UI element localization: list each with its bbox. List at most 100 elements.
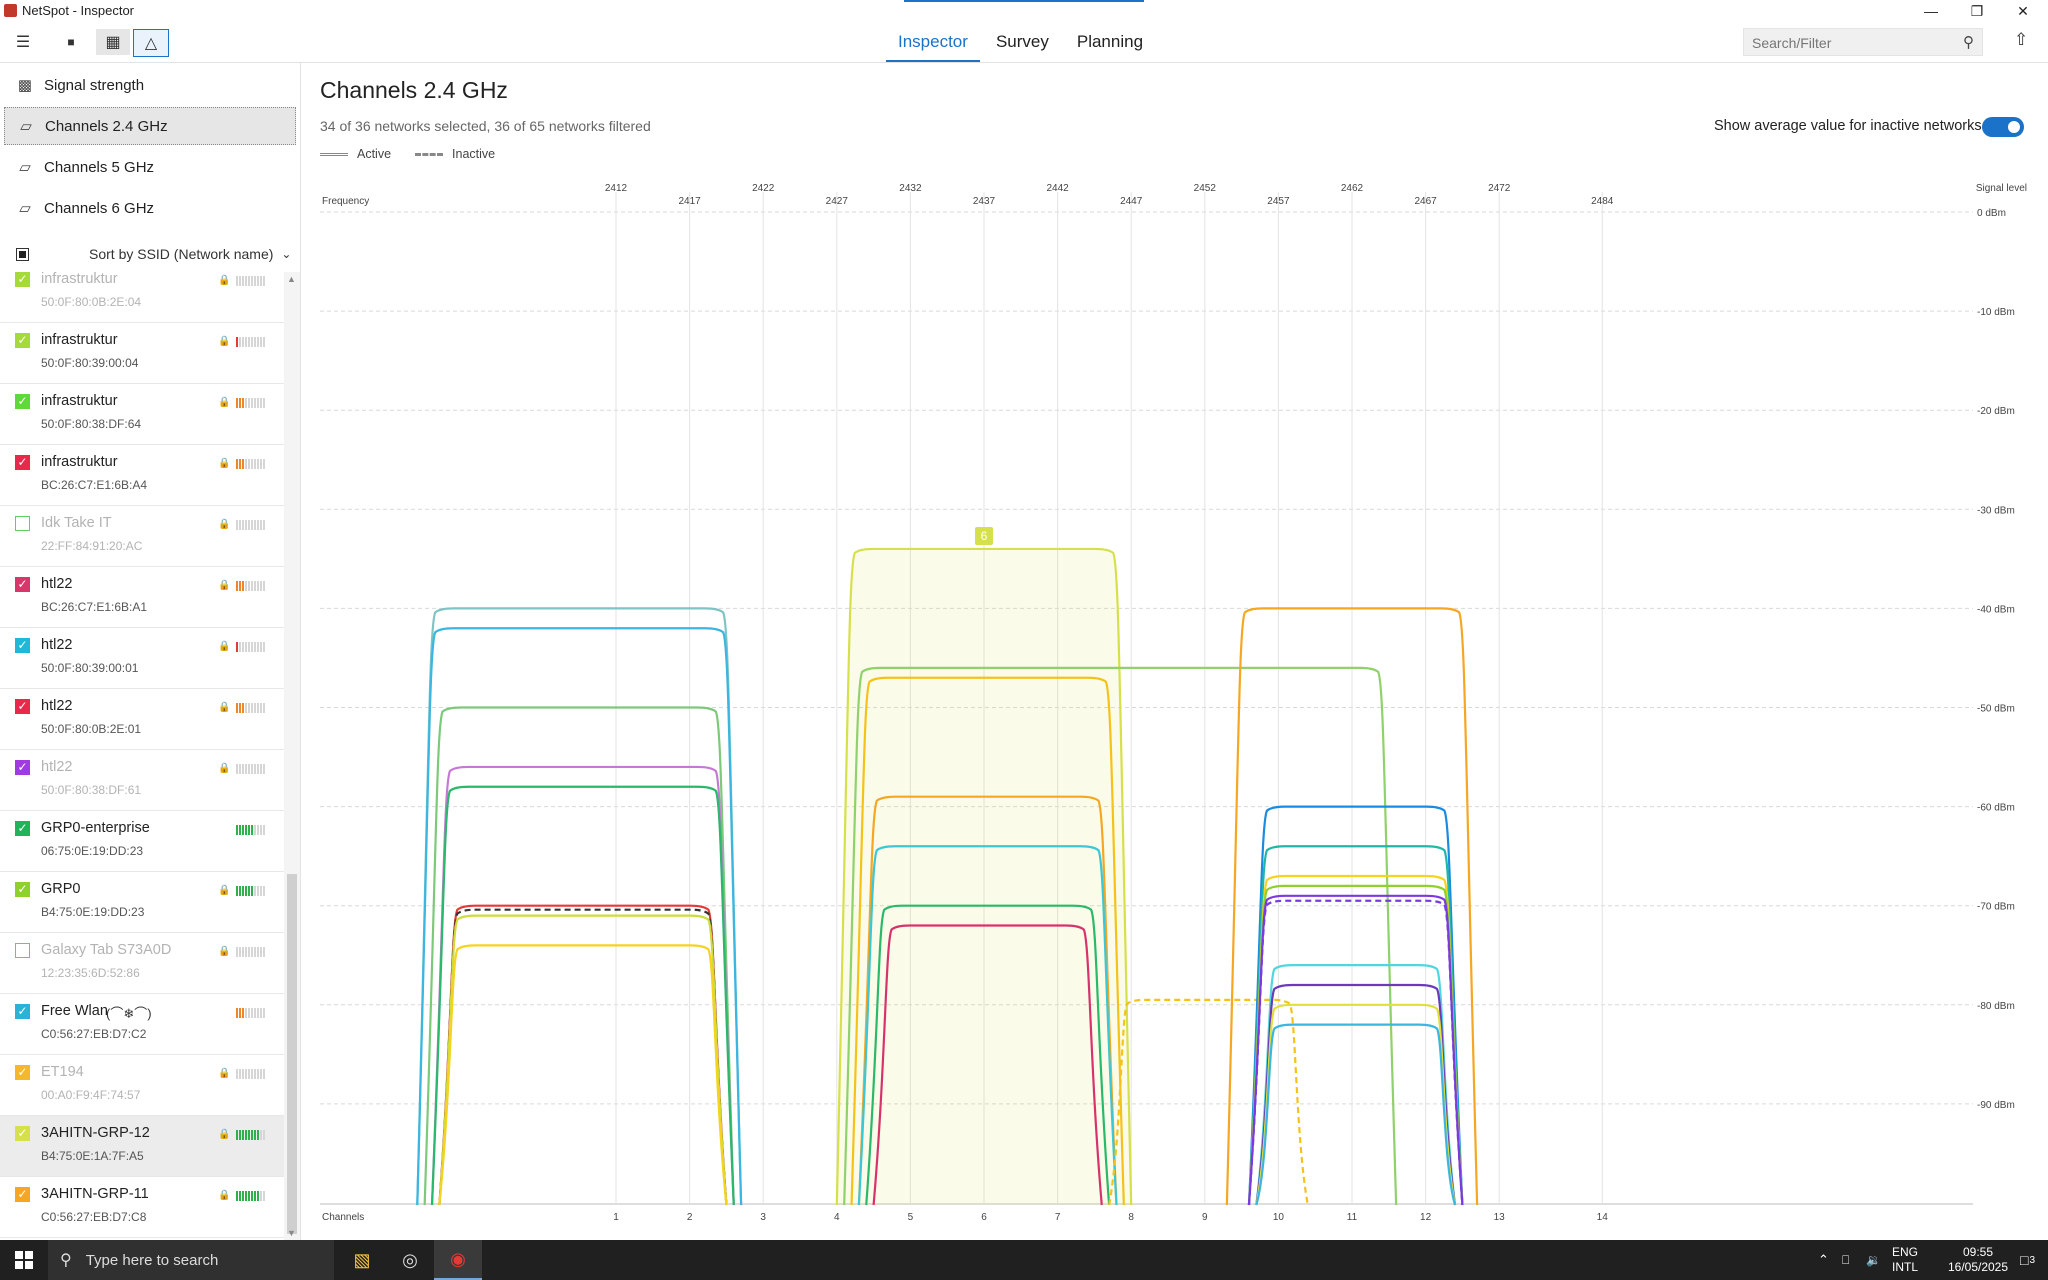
network-row[interactable]: ✓ ET194 00:A0:F9:4F:74:57 🔒 (0, 1055, 284, 1116)
taskbar-search[interactable]: ⚲ Type here to search (48, 1240, 334, 1280)
scrollbar-thumb[interactable] (287, 874, 297, 1234)
network-checkbox[interactable]: ✓ (15, 577, 30, 592)
channel-tick-label: 12 (1420, 1212, 1432, 1223)
signal-bars-icon (236, 947, 265, 957)
network-row[interactable]: ✓ htl22 50:0F:80:38:DF:61 🔒 (0, 750, 284, 811)
network-row[interactable]: ✓ htl22 50:0F:80:39:00:01 🔒 (0, 628, 284, 689)
network-row[interactable]: ✓ infrastruktur 50:0F:80:39:00:04 🔒 (0, 323, 284, 384)
average-toggle[interactable] (1982, 117, 2024, 137)
select-all-checkbox[interactable] (16, 247, 29, 261)
nav-signal-strength[interactable]: ▩ Signal strength (4, 66, 296, 104)
channel-icon: ▱ (19, 159, 31, 176)
search-input[interactable] (1744, 29, 1960, 57)
network-checkbox[interactable]: ✓ (15, 882, 30, 897)
network-row[interactable]: Galaxy Tab S73A0D 12:23:35:6D:52:86 🔒 (0, 933, 284, 994)
network-list-scrollbar[interactable]: ▲ ▼ (284, 272, 300, 1240)
lock-icon: 🔒 (218, 519, 231, 530)
network-checkbox[interactable] (15, 516, 30, 531)
channel-tick-label: 8 (1128, 1212, 1134, 1223)
signal-bars-icon (236, 1069, 265, 1079)
chevron-down-icon[interactable]: ⌄ (281, 247, 291, 261)
network-row[interactable]: ✓ infrastruktur 50:0F:80:0B:2E:04 🔒 (0, 272, 284, 323)
network-row[interactable]: ✓ htl22 BC:26:C7:E1:6B:A1 🔒 (0, 567, 284, 628)
network-checkbox[interactable]: ✓ (15, 638, 30, 653)
notification-count: 3 (2029, 1254, 2036, 1266)
nav-channels-2-4[interactable]: ▱ Channels 2.4 GHz (4, 107, 296, 145)
legend-inactive-label: Inactive (452, 147, 496, 161)
table-view-icon[interactable]: ▦ (96, 29, 130, 55)
share-icon[interactable]: ⇧ (2014, 30, 2028, 50)
stop-icon[interactable]: ■ (54, 29, 88, 55)
network-checkbox[interactable]: ✓ (15, 394, 30, 409)
frequency-tick-label: 2462 (1341, 183, 1364, 194)
language-indicator[interactable]: ENG INTL (1892, 1240, 1918, 1280)
clock-time: 09:55 (1962, 1245, 1994, 1259)
volume-icon[interactable]: 🔉 (1866, 1240, 1881, 1280)
network-checkbox[interactable]: ✓ (15, 1187, 30, 1202)
tab-inspector[interactable]: Inspector (886, 22, 980, 62)
close-button[interactable]: ✕ (2000, 0, 2046, 22)
frequency-tick-label: 2452 (1194, 183, 1217, 194)
network-checkbox[interactable]: ✓ (15, 821, 30, 836)
restore-button[interactable]: ❐ (1954, 0, 2000, 22)
notifications-icon[interactable]: □ 3 (2020, 1240, 2035, 1280)
search-icon[interactable]: ⚲ (1963, 33, 1974, 51)
signal-bars-icon (236, 703, 265, 713)
network-checkbox[interactable]: ✓ (15, 760, 30, 775)
menu-icon[interactable]: ☰ (6, 29, 40, 55)
chart-view-icon[interactable]: △ (133, 29, 169, 57)
nav-channels-5[interactable]: ▱ Channels 5 GHz (4, 148, 296, 186)
network-row[interactable]: ✓ 3AHITN-GRP-12 B4:75:0E:1A:7F:A5 🔒 (0, 1116, 284, 1177)
network-checkbox[interactable]: ✓ (15, 1065, 30, 1080)
network-row[interactable]: ✓ 3AHITN-GRP-11 C0:56:27:EB:D7:C8 🔒 (0, 1177, 284, 1238)
network-row[interactable]: ✓ GRP0-enterprise 06:75:0E:19:DD:23 (0, 811, 284, 872)
network-checkbox[interactable]: ✓ (15, 699, 30, 714)
network-checkbox[interactable] (15, 943, 30, 958)
file-explorer-icon[interactable]: ▧ (338, 1240, 386, 1280)
network-checkbox[interactable]: ✓ (15, 455, 30, 470)
scroll-down-icon[interactable]: ▼ (287, 1228, 296, 1238)
network-mac: B4:75:0E:1A:7F:A5 (41, 1149, 144, 1163)
netspot-taskbar-icon[interactable]: ◉ (434, 1240, 482, 1280)
network-ssid: infrastruktur (41, 393, 118, 409)
network-row[interactable]: ✓ infrastruktur 50:0F:80:38:DF:64 🔒 (0, 384, 284, 445)
network-icon[interactable]: ⎕ (1842, 1240, 1849, 1280)
chevron-up-icon[interactable]: ⌃ (1818, 1240, 1829, 1280)
network-channel-curve (423, 706, 735, 1206)
nav-channels-6[interactable]: ▱ Channels 6 GHz (4, 189, 296, 227)
network-row[interactable]: Idk Take IT 22:FF:84:91:20:AC 🔒 (0, 506, 284, 567)
channel-badge-label: 6 (981, 529, 988, 543)
lock-icon: 🔒 (218, 641, 231, 652)
windows-start-icon[interactable] (0, 1240, 48, 1280)
network-ssid: htl22 (41, 637, 73, 653)
frequency-tick-label: 2437 (973, 196, 996, 207)
app-circle-icon[interactable]: ◎ (386, 1240, 434, 1280)
y-tick-label: 0 dBm (1977, 208, 2006, 219)
clock[interactable]: 09:55 16/05/2025 (1935, 1240, 2021, 1280)
network-channel-curve (438, 908, 728, 1206)
network-row[interactable]: ✓ infrastruktur BC:26:C7:E1:6B:A4 🔒 (0, 445, 284, 506)
lock-icon: 🔒 (218, 763, 231, 774)
tab-survey[interactable]: Survey (984, 22, 1061, 62)
network-row[interactable]: ✓ htl22 50:0F:80:0B:2E:01 🔒 (0, 689, 284, 750)
network-row[interactable]: ✓ Free Wlan (⌒❄⌒) C0:56:27:EB:D7:C2 (0, 994, 284, 1055)
network-channel-curve (430, 765, 735, 1206)
channel-tick-label: 13 (1494, 1212, 1506, 1223)
network-row[interactable]: ✓ GRP0 B4:75:0E:19:DD:23 🔒 (0, 872, 284, 933)
network-channel-curve (438, 944, 728, 1206)
network-ssid: 3AHITN-GRP-12 (41, 1125, 150, 1141)
window-title: NetSpot - Inspector (22, 3, 134, 18)
sort-dropdown[interactable]: Sort by SSID (Network name) (89, 246, 273, 262)
scroll-up-icon[interactable]: ▲ (287, 274, 296, 284)
channel-tick-label: 10 (1273, 1212, 1285, 1223)
network-checkbox[interactable]: ✓ (15, 333, 30, 348)
tab-planning[interactable]: Planning (1065, 22, 1155, 62)
minimize-button[interactable]: — (1908, 0, 1954, 22)
network-mac: C0:56:27:EB:D7:C8 (41, 1210, 147, 1224)
network-checkbox[interactable]: ✓ (15, 1126, 30, 1141)
taskbar-search-text: Type here to search (85, 1251, 219, 1269)
network-checkbox[interactable]: ✓ (15, 1004, 30, 1019)
network-checkbox[interactable]: ✓ (15, 272, 30, 287)
netspot-app-icon (4, 4, 17, 17)
network-mac: 50:0F:80:0B:2E:01 (41, 722, 142, 736)
